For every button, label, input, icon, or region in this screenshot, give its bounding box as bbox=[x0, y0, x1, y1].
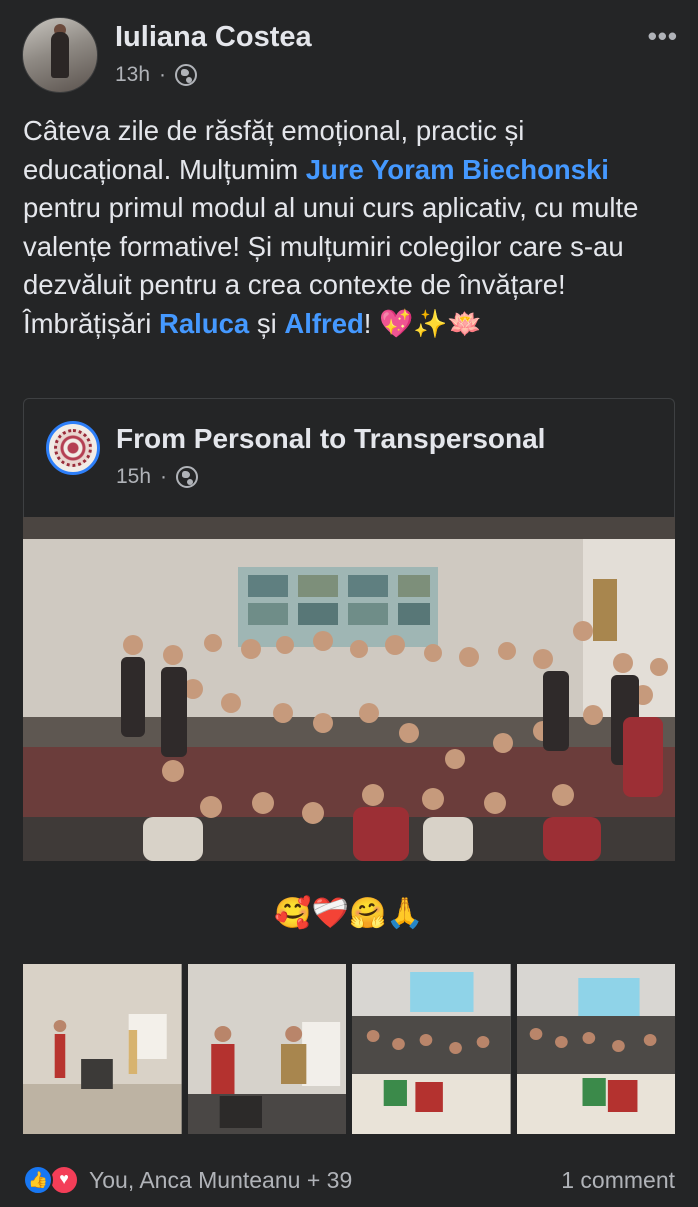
author-avatar[interactable] bbox=[22, 17, 98, 93]
mention-jure-yoram-biechonski[interactable]: Jure Yoram Biechonski bbox=[306, 154, 609, 185]
photo-thumbnails bbox=[23, 964, 675, 1134]
group-photo-image bbox=[23, 517, 675, 861]
globe-icon bbox=[175, 64, 198, 86]
shared-page-name[interactable]: From Personal to Transpersonal bbox=[116, 423, 545, 455]
more-options-icon[interactable]: ••• bbox=[648, 21, 678, 52]
mention-raluca[interactable]: Raluca bbox=[159, 308, 249, 339]
thumbnail-photo-3[interactable] bbox=[352, 964, 511, 1134]
page-avatar[interactable] bbox=[46, 421, 100, 475]
author-name[interactable]: Iuliana Costea bbox=[115, 21, 312, 54]
avatar-figure bbox=[51, 32, 69, 78]
post-time[interactable]: 13h bbox=[115, 63, 150, 87]
meta-dot: · bbox=[160, 465, 168, 488]
thumbnail-image bbox=[23, 964, 182, 1134]
emoji-reactions-line: 🥰❤️‍🩹🤗🙏 bbox=[274, 897, 424, 930]
love-icon: ♥ bbox=[49, 1165, 79, 1195]
post-text-part: ! 💖✨🪷 bbox=[363, 307, 482, 339]
thumbnail-image bbox=[187, 964, 346, 1134]
reactions-text[interactable]: You, Anca Munteanu + 39 bbox=[89, 1167, 352, 1194]
thumbnail-photo-4[interactable] bbox=[516, 964, 675, 1134]
post-footer: 👍 ♥ You, Anca Munteanu + 39 1 comment bbox=[23, 1160, 675, 1200]
thumbnail-image bbox=[352, 964, 511, 1134]
meta-dot: · bbox=[159, 63, 167, 86]
shared-post-header: From Personal to Transpersonal 15h · bbox=[23, 398, 675, 518]
thumbnail-photo-2[interactable] bbox=[187, 964, 346, 1134]
shared-post-time[interactable]: 15h bbox=[116, 465, 151, 489]
comments-count[interactable]: 1 comment bbox=[561, 1167, 675, 1194]
globe-icon bbox=[176, 466, 199, 488]
reaction-summary[interactable]: 👍 ♥ You, Anca Munteanu + 39 bbox=[23, 1165, 352, 1195]
like-icon: 👍 bbox=[23, 1165, 53, 1195]
mention-alfred[interactable]: Alfred bbox=[284, 308, 363, 339]
group-photo[interactable] bbox=[23, 517, 675, 861]
post-text-part: și bbox=[249, 307, 285, 339]
thumbnail-image bbox=[516, 964, 675, 1134]
shared-post-meta: 15h · bbox=[116, 465, 199, 489]
post-header: Iuliana Costea 13h · ••• bbox=[22, 17, 682, 95]
mandala-logo-icon bbox=[54, 429, 92, 467]
post-meta: 13h · bbox=[115, 63, 198, 87]
post-text: Câteva zile de răsfăț emoțional, practic… bbox=[23, 112, 673, 343]
thumbnail-photo-1[interactable] bbox=[23, 964, 182, 1134]
